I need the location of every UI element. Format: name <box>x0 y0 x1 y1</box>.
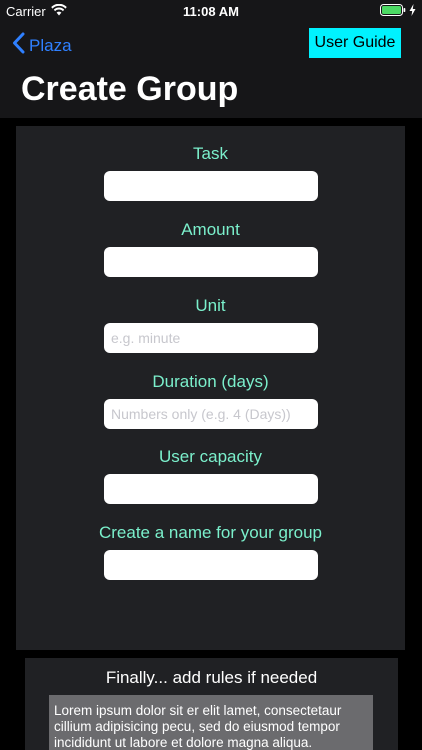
rules-textarea[interactable]: Lorem ipsum dolor sit er elit lamet, con… <box>49 695 373 750</box>
rules-title: Finally... add rules if needed <box>105 668 318 687</box>
navigation-header: Plaza User Guide Create Group <box>0 22 422 118</box>
unit-label: Unit <box>195 296 226 315</box>
task-input[interactable] <box>104 171 318 201</box>
back-button[interactable]: Plaza <box>12 32 72 59</box>
duration-input[interactable] <box>104 399 318 429</box>
page-title: Create Group <box>21 70 239 108</box>
capacity-input[interactable] <box>104 474 318 504</box>
group-name-label: Create a name for your group <box>98 523 322 542</box>
battery-icon <box>380 4 406 19</box>
task-field: Task <box>16 144 405 201</box>
amount-input[interactable] <box>104 247 318 277</box>
capacity-label: User capacity <box>159 447 262 466</box>
create-group-screen: Carrier 11:08 AM Plaza User Guide Create… <box>0 0 422 750</box>
task-label: Task <box>193 144 228 163</box>
amount-field: Amount <box>16 220 405 277</box>
amount-label: Amount <box>181 220 240 239</box>
duration-field: Duration (days) <box>16 372 405 429</box>
status-bar: Carrier 11:08 AM <box>0 0 422 22</box>
capacity-field: User capacity <box>16 447 405 504</box>
group-name-input[interactable] <box>104 550 318 580</box>
duration-label: Duration (days) <box>152 372 269 391</box>
status-right <box>380 4 416 19</box>
user-guide-button[interactable]: User Guide <box>309 28 401 58</box>
back-button-label: Plaza <box>29 35 72 55</box>
create-group-form: Task Amount Unit Duration (days) User ca… <box>16 126 405 650</box>
charging-bolt-icon <box>409 4 416 19</box>
chevron-left-icon <box>12 32 25 59</box>
unit-field: Unit <box>16 296 405 353</box>
group-name-field: Create a name for your group <box>16 523 405 580</box>
unit-input[interactable] <box>104 323 318 353</box>
rules-panel: Finally... add rules if needed Lorem ips… <box>25 658 398 750</box>
status-time: 11:08 AM <box>183 4 239 19</box>
